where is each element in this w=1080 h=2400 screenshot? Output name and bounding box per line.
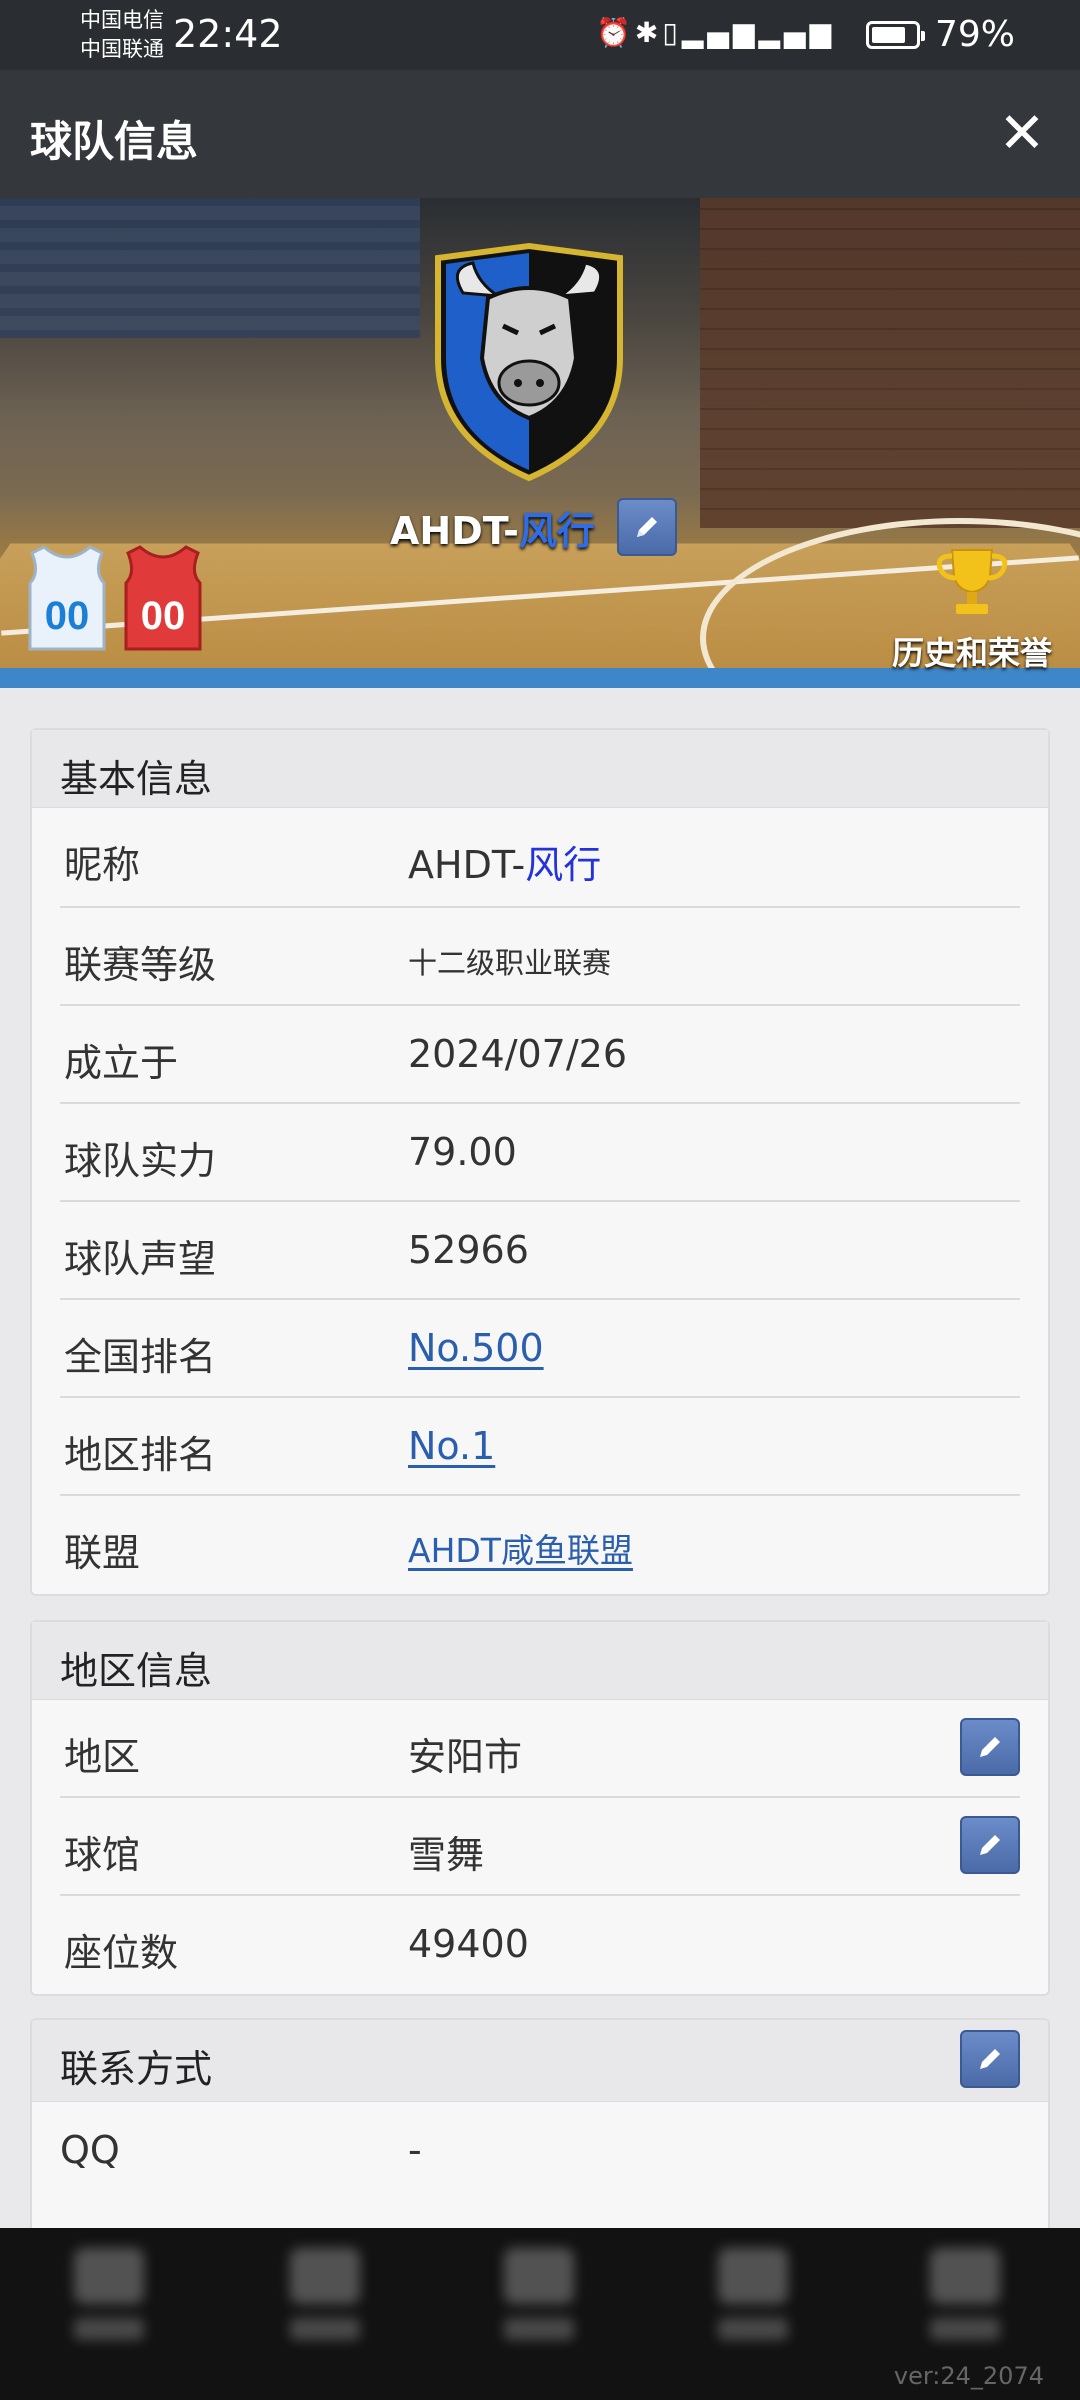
basic-info-title: 基本信息 [60, 757, 213, 801]
seats-row: 座位数 49400 [60, 1896, 1020, 1994]
nickname-value: AHDT-风行 [408, 843, 602, 887]
nav-item-2[interactable] [280, 2248, 370, 2358]
alarm-icon: ⏰ [596, 16, 635, 49]
battery-icon [866, 21, 925, 49]
page-title: 球队信息 [30, 117, 199, 166]
team-emblem[interactable] [418, 238, 640, 484]
founded-row: 成立于 2024/07/26 [60, 1006, 1020, 1104]
pencil-icon [980, 1737, 1000, 1757]
contact-info-panel: 联系方式 QQ - [30, 2018, 1050, 2248]
status-bar: 中国电信 中国联通 22:42 ⏰✱▯▂▄▆▂▄▆ 79% [0, 0, 1080, 70]
4g-signal-icon: ▂▄▆ [758, 16, 835, 49]
qq-label: QQ [60, 2128, 120, 2172]
edit-contact-button[interactable] [960, 2030, 1020, 2088]
nav-item-5[interactable] [920, 2248, 1010, 2358]
history-honors-button[interactable]: 历史和荣誉 [882, 546, 1062, 672]
screen: 中国电信 中国联通 22:42 ⏰✱▯▂▄▆▂▄▆ 79% 球队信息 ✕ AHD… [0, 0, 1080, 2400]
arena-seats-background [0, 198, 420, 338]
edit-team-name-button[interactable] [616, 498, 677, 556]
founded-label: 成立于 [64, 1041, 179, 1085]
qq-value: - [408, 2128, 422, 2172]
basic-info-panel: 基本信息 昵称 AHDT-风行 联赛等级 十二级职业联赛 成立于 2024/07… [30, 728, 1050, 1596]
status-icons: ⏰✱▯▂▄▆▂▄▆ [596, 16, 835, 49]
national-rank-label: 全国排名 [64, 1335, 217, 1379]
league-level-label: 联赛等级 [64, 943, 217, 987]
clock: 22:42 [173, 12, 283, 56]
arena-value: 雪舞 [408, 1833, 485, 1877]
nickname-label: 昵称 [64, 843, 141, 887]
bluetooth-icon: ✱ [634, 16, 663, 49]
home-jersey-number: 00 [45, 594, 90, 638]
arena-row: 球馆 雪舞 [60, 1798, 1020, 1896]
bottom-navigation: ver:24_2074 [0, 2228, 1080, 2400]
close-button[interactable]: ✕ [994, 106, 1050, 162]
founded-value: 2024/07/26 [408, 1032, 628, 1076]
team-strength-label: 球队实力 [64, 1139, 217, 1183]
alliance-label: 联盟 [64, 1531, 141, 1575]
regional-rank-label: 地区排名 [64, 1433, 217, 1477]
region-info-title: 地区信息 [60, 1649, 213, 1693]
regional-rank-link[interactable]: No.1 [408, 1424, 495, 1468]
app-bar: 球队信息 ✕ [0, 70, 1080, 198]
region-value: 安阳市 [408, 1735, 523, 1779]
nav-item-3[interactable] [494, 2248, 584, 2358]
basic-info-rows: 昵称 AHDT-风行 联赛等级 十二级职业联赛 成立于 2024/07/26 球… [32, 808, 1048, 1594]
seats-label: 座位数 [64, 1931, 179, 1975]
contact-info-header: 联系方式 [32, 2020, 1048, 2102]
away-jersey-icon[interactable]: 00 [118, 543, 208, 653]
close-icon: ✕ [998, 101, 1046, 166]
region-row: 地区 安阳市 [60, 1700, 1020, 1798]
carrier-2: 中国联通 [80, 37, 164, 61]
qq-row: QQ - [60, 2102, 1020, 2200]
national-rank-link[interactable]: No.500 [408, 1326, 544, 1370]
arena-label: 球馆 [64, 1833, 141, 1877]
pencil-icon [980, 1835, 1000, 1855]
alliance-row: 联盟 AHDT咸鱼联盟 [60, 1496, 1020, 1594]
nav-item-1[interactable] [64, 2248, 154, 2358]
basic-info-header: 基本信息 [32, 730, 1048, 808]
4g-signal-icon: ▂▄▆ [681, 16, 759, 49]
regional-rank-row: 地区排名 No.1 [60, 1398, 1020, 1496]
version-label: ver:24_2074 [893, 2362, 1044, 2390]
team-strength-row: 球队实力 79.00 [60, 1104, 1020, 1202]
arena-wall-background [700, 198, 1080, 528]
league-level-row: 联赛等级 十二级职业联赛 [60, 908, 1020, 1006]
carrier-1: 中国电信 [80, 8, 164, 32]
honors-label: 历史和荣誉 [891, 634, 1052, 672]
team-name: AHDT-风行 [390, 508, 595, 553]
away-jersey-number: 00 [141, 594, 186, 638]
battery-fill [872, 27, 906, 43]
region-info-header: 地区信息 [32, 1622, 1048, 1700]
team-strength-value: 79.00 [408, 1130, 517, 1174]
pencil-icon [636, 517, 657, 537]
league-level-value: 十二级职业联赛 [408, 946, 612, 980]
team-reputation-label: 球队声望 [64, 1237, 217, 1281]
national-rank-row: 全国排名 No.500 [60, 1300, 1020, 1398]
vibrate-icon: ▯ [662, 16, 682, 49]
team-reputation-value: 52966 [408, 1228, 529, 1272]
contact-info-title: 联系方式 [60, 2047, 213, 2091]
edit-arena-button[interactable] [960, 1816, 1020, 1874]
team-hero-banner: AHDT-风行 00 00 历史和荣誉 [0, 198, 1080, 688]
seats-value: 49400 [408, 1922, 529, 1966]
team-name-row: AHDT-风行 [390, 498, 677, 556]
alliance-link[interactable]: AHDT咸鱼联盟 [408, 1524, 633, 1572]
trophy-icon [936, 549, 1008, 614]
battery-percent: 79% [935, 14, 1016, 55]
nickname-row: 昵称 AHDT-风行 [60, 808, 1020, 908]
home-jersey-icon[interactable]: 00 [22, 543, 112, 653]
nav-item-4[interactable] [708, 2248, 798, 2358]
region-info-panel: 地区信息 地区 安阳市 球馆 雪舞 座位数 49400 [30, 1620, 1050, 1996]
carrier-info: 中国电信 中国联通 [80, 6, 164, 64]
pencil-icon [980, 2049, 1000, 2069]
team-reputation-row: 球队声望 52966 [60, 1202, 1020, 1300]
region-label: 地区 [64, 1735, 141, 1779]
edit-region-button[interactable] [960, 1718, 1020, 1776]
